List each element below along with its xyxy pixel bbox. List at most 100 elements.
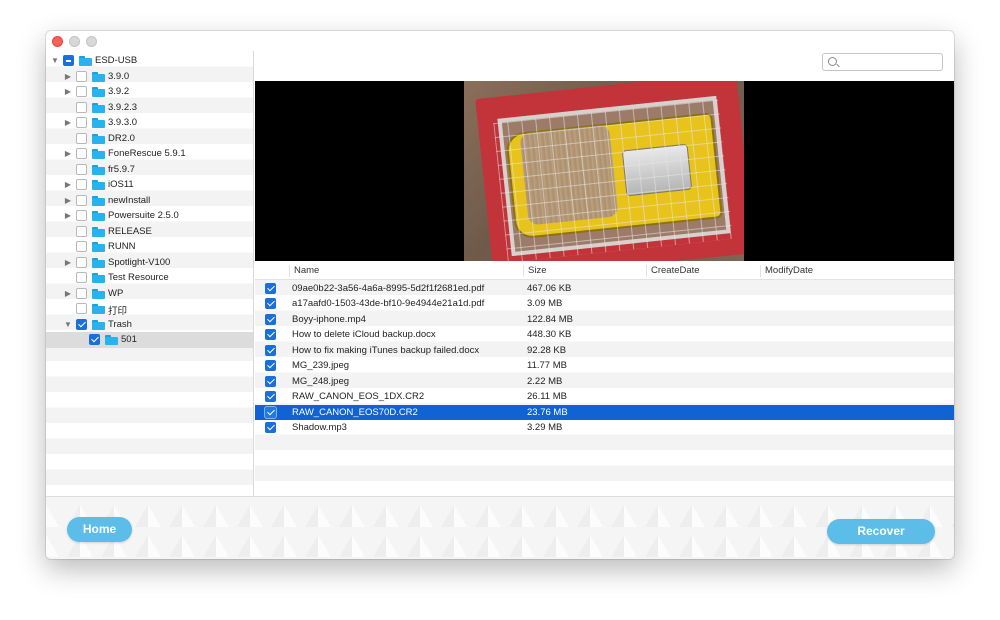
tree-item[interactable]: ▼ Trash <box>46 317 253 333</box>
file-preview <box>255 81 954 261</box>
tree-checkbox[interactable] <box>76 303 87 314</box>
tree-item[interactable]: ▶ Powersuite 2.5.0 <box>46 208 253 224</box>
file-name-cell: How to delete iCloud backup.docx <box>292 329 436 340</box>
table-row[interactable]: Shadow.mp3 3.29 MB <box>255 420 954 436</box>
disclosure-closed-icon[interactable]: ▶ <box>63 211 73 221</box>
row-checkbox[interactable] <box>265 422 276 433</box>
row-checkbox[interactable] <box>265 375 276 387</box>
column-header-name[interactable]: Name <box>289 265 525 277</box>
tree-checkbox[interactable] <box>76 225 87 237</box>
row-checkbox[interactable] <box>265 282 276 294</box>
row-checkbox[interactable] <box>265 329 276 340</box>
row-checkbox[interactable] <box>265 298 276 309</box>
preview-image <box>464 81 744 261</box>
tree-checkbox[interactable] <box>76 179 87 190</box>
tree-item[interactable]: RUNN <box>46 239 253 255</box>
tree-checkbox[interactable] <box>76 194 87 206</box>
tree-item[interactable]: ▶ Spotlight-V100 <box>46 255 253 271</box>
table-row[interactable]: RAW_CANON_EOS_1DX.CR2 26.11 MB <box>255 389 954 405</box>
row-checkbox[interactable] <box>265 344 276 356</box>
tree-checkbox[interactable] <box>76 256 87 268</box>
close-window-button[interactable] <box>52 36 63 47</box>
tree-item[interactable]: ▶ iOS11 <box>46 177 253 193</box>
folder-icon <box>92 87 105 97</box>
disclosure-closed-icon[interactable]: ▶ <box>63 118 73 128</box>
table-row[interactable]: 09ae0b22-3a56-4a6a-8995-5d2f1f2681ed.pdf… <box>255 281 954 297</box>
file-size-cell: 467.06 KB <box>527 282 572 294</box>
table-row[interactable]: MG_239.jpeg 11.77 MB <box>255 358 954 374</box>
disclosure-closed-icon[interactable]: ▶ <box>63 149 73 159</box>
tree-item-label: iOS11 <box>108 179 134 190</box>
disclosure-closed-icon[interactable]: ▶ <box>63 289 73 299</box>
search-input[interactable] <box>841 56 939 68</box>
minimize-window-button[interactable] <box>69 36 80 47</box>
row-checkbox[interactable] <box>265 406 276 418</box>
table-header: Name Size CreateDate ModifyDate <box>255 261 954 280</box>
tree-item[interactable]: fr5.9.7 <box>46 162 253 178</box>
tree-item[interactable]: ▶ WP <box>46 286 253 302</box>
disclosure-closed-icon[interactable]: ▶ <box>63 258 73 268</box>
row-checkbox[interactable] <box>265 313 276 325</box>
tree-checkbox[interactable] <box>76 132 87 144</box>
recover-button[interactable]: Recover <box>827 519 935 544</box>
table-row[interactable]: How to fix making iTunes backup failed.d… <box>255 343 954 359</box>
tree-item[interactable]: ▶ 3.9.3.0 <box>46 115 253 131</box>
row-checkbox[interactable] <box>265 360 276 371</box>
tree-item[interactable]: ▶ 3.9.0 <box>46 69 253 85</box>
disclosure-closed-icon[interactable]: ▶ <box>63 196 73 206</box>
file-size-cell: 122.84 MB <box>527 313 573 325</box>
tree-item-label: Spotlight-V100 <box>108 256 171 268</box>
tree-checkbox[interactable] <box>76 117 87 128</box>
tree-checkbox[interactable] <box>76 272 87 283</box>
tree-checkbox[interactable] <box>76 163 87 175</box>
search-box[interactable] <box>822 53 943 71</box>
tree-checkbox[interactable] <box>63 55 74 66</box>
table-row[interactable]: RAW_CANON_EOS70D.CR2 23.76 MB <box>255 404 954 420</box>
tree-item[interactable]: DR2.0 <box>46 131 253 147</box>
tree-item-label: 打印 <box>108 306 128 317</box>
table-row[interactable]: Boyy-iphone.mp4 122.84 MB <box>255 312 954 328</box>
folder-icon <box>92 226 105 237</box>
home-button[interactable]: Home <box>67 517 132 542</box>
tree-checkbox[interactable] <box>76 86 87 97</box>
row-checkbox[interactable] <box>265 391 276 402</box>
zoom-window-button[interactable] <box>86 36 97 47</box>
tree-item[interactable]: ▶ newInstall <box>46 193 253 209</box>
tree-item[interactable]: 3.9.2.3 <box>46 100 253 116</box>
tree-item[interactable]: 打印 <box>46 301 253 317</box>
table-row[interactable]: How to delete iCloud backup.docx 448.30 K… <box>255 327 954 343</box>
file-size-cell: 448.30 KB <box>527 329 572 340</box>
disclosure-closed-icon[interactable]: ▶ <box>63 87 73 97</box>
tree-checkbox[interactable] <box>76 318 87 330</box>
tree-item[interactable]: ▶ 3.9.2 <box>46 84 253 100</box>
column-header-createdate[interactable]: CreateDate <box>646 265 761 277</box>
disclosure-open-icon[interactable]: ▼ <box>63 320 73 330</box>
column-header-size[interactable]: Size <box>523 265 647 277</box>
column-header-modifydate[interactable]: ModifyDate <box>760 265 900 277</box>
folder-icon <box>92 211 105 221</box>
disclosure-open-icon[interactable]: ▼ <box>50 56 60 66</box>
tree-item[interactable]: RELEASE <box>46 224 253 240</box>
table-row[interactable]: MG_248.jpeg 2.22 MB <box>255 374 954 390</box>
tree-checkbox[interactable] <box>76 287 87 299</box>
tree-checkbox[interactable] <box>76 70 87 82</box>
tree-item[interactable]: ▼ ESD-USB <box>46 53 253 69</box>
disclosure-closed-icon[interactable]: ▶ <box>63 180 73 190</box>
tree-item[interactable]: Test Resource <box>46 270 253 286</box>
tree-item[interactable]: 501 <box>46 332 253 348</box>
tree-checkbox[interactable] <box>76 148 87 159</box>
folder-icon <box>92 304 105 314</box>
tree-checkbox[interactable] <box>76 241 87 252</box>
tree-checkbox[interactable] <box>89 334 100 345</box>
tree-checkbox[interactable] <box>76 210 87 221</box>
tree-item-label: newInstall <box>108 194 151 206</box>
tree-item[interactable]: ▶ FoneRescue 5.9.1 <box>46 146 253 162</box>
disclosure-closed-icon[interactable]: ▶ <box>63 72 73 82</box>
file-size-cell: 3.09 MB <box>527 298 563 309</box>
file-table: Name Size CreateDate ModifyDate 09ae0b22… <box>255 261 954 496</box>
tree-item-label: FoneRescue 5.9.1 <box>108 148 186 159</box>
table-row[interactable]: a17aafd0-1503-43de-bf10-9e4944e21a1d.pdf… <box>255 296 954 312</box>
window-controls <box>52 36 97 47</box>
tree-checkbox[interactable] <box>76 101 87 113</box>
file-name-cell: Shadow.mp3 <box>292 422 347 433</box>
